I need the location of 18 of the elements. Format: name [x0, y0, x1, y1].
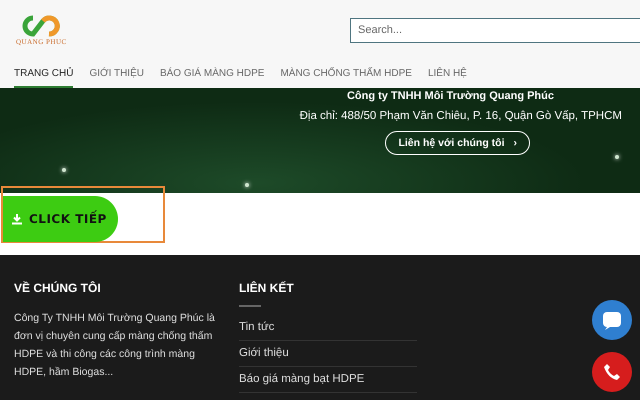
- download-icon: [11, 213, 23, 225]
- chat-icon: [601, 309, 623, 331]
- footer-link[interactable]: Tin tức: [239, 315, 417, 341]
- download-button[interactable]: CLICK TIẾP: [3, 196, 118, 242]
- search-field[interactable]: Search...: [350, 18, 640, 42]
- nav-tab[interactable]: MÀNG CHỐNG THẤM HDPE: [280, 60, 412, 88]
- phone-icon: [602, 362, 622, 382]
- footer-heading: LIÊN KẾT: [239, 281, 295, 295]
- footer-link[interactable]: Báo giá màng bạt HDPE: [239, 367, 417, 393]
- nav-tab[interactable]: BÁO GIÁ MÀNG HDPE: [160, 60, 264, 88]
- address-text: Địa chỉ: 488/50 Phạm Văn Chiêu, P. 16, Quận Gò Vấp, TPHCM: [300, 110, 622, 122]
- contact-button[interactable]: Liên hệ với chúng tôi ›: [385, 131, 530, 155]
- nav-tab[interactable]: LIÊN HỆ: [428, 60, 467, 88]
- nav-tab[interactable]: GIỚI THIỆU: [89, 60, 144, 88]
- footer-link[interactable]: Giới thiệu: [239, 341, 417, 367]
- footer-heading: VỀ CHÚNG TÔI: [14, 281, 102, 295]
- company-name: Công ty TNHH Môi Trường Quang Phúc: [346, 90, 554, 102]
- about-text: Công Ty TNHH Môi Trường Quang Phúc là đơn vị chuyên cung cấp màng chống thấm HDPE và thi công các công trình màng HDPE, hầm Biogas...: [14, 311, 216, 380]
